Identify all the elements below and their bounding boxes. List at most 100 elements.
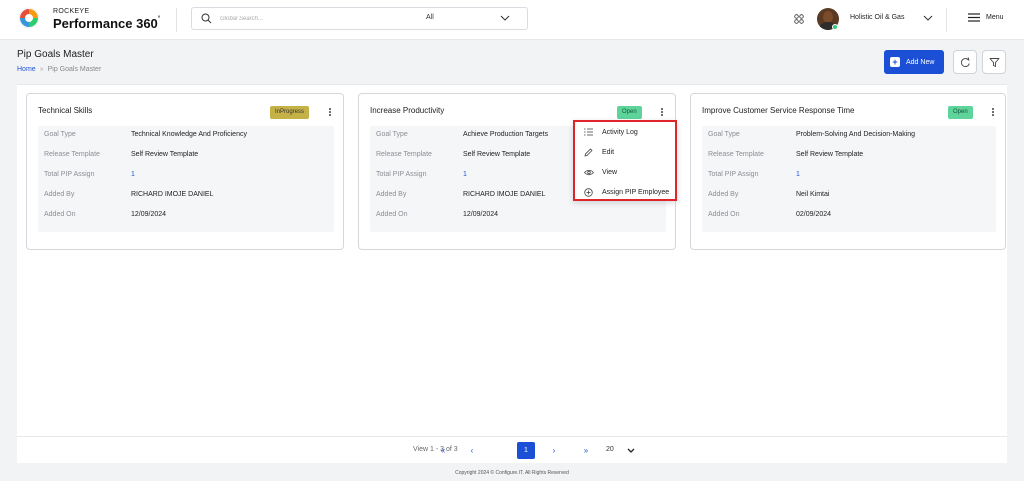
detail-row: Total PIP Assign 1 xyxy=(708,171,996,183)
filter-icon xyxy=(989,57,999,67)
menu-label: Menu xyxy=(986,14,1004,21)
list-icon xyxy=(584,128,593,136)
detail-value: 02/09/2024 xyxy=(796,211,832,218)
detail-row: Added By RICHARD IMOJE DANIEL xyxy=(44,191,332,203)
brand-name: Performance 360° xyxy=(53,16,161,31)
detail-value: Problem-Solving And Decision-Making xyxy=(796,131,916,138)
detail-label: Total PIP Assign xyxy=(708,171,759,178)
card-actions-dropdown: Activity Log Edit View Assign PIP Employ… xyxy=(573,120,677,201)
detail-value: Neil Kimtai xyxy=(796,191,830,198)
more-options-icon[interactable] xyxy=(658,106,666,118)
detail-label: Added By xyxy=(44,191,75,198)
detail-value: RICHARD IMOJE DANIEL xyxy=(131,191,214,198)
menu-item-label: Assign PIP Employee xyxy=(602,188,670,196)
menu-item-label: View xyxy=(602,168,618,176)
filter-button[interactable] xyxy=(982,50,1006,74)
menu-item-assign-pip-employee[interactable]: Assign PIP Employee xyxy=(575,183,675,201)
menu-item-view[interactable]: View xyxy=(575,163,675,181)
breadcrumb-home-link[interactable]: Home xyxy=(17,66,36,73)
detail-value: Achieve Production Targets xyxy=(463,131,549,138)
search-icon xyxy=(201,13,212,24)
global-search-box[interactable]: All xyxy=(191,7,528,30)
global-search-input[interactable] xyxy=(220,11,405,27)
more-options-icon[interactable] xyxy=(326,106,334,118)
detail-row: Goal Type Technical Knowledge And Profici… xyxy=(44,131,332,143)
status-badge: InProgress xyxy=(270,106,310,119)
plus-circle-icon xyxy=(584,187,593,197)
online-status-dot xyxy=(832,24,838,30)
search-category-select[interactable]: All xyxy=(426,14,434,21)
hamburger-icon xyxy=(968,13,980,22)
detail-row: Release Template Self Review Template xyxy=(44,151,332,163)
status-badge: Open xyxy=(948,106,973,119)
detail-row: Total PIP Assign 1 xyxy=(44,171,332,183)
detail-label: Goal Type xyxy=(708,131,740,138)
detail-label: Goal Type xyxy=(44,131,76,138)
card-title: Increase Productivity xyxy=(370,106,445,115)
menu-item-activity-log[interactable]: Activity Log xyxy=(575,123,675,141)
page-number-button[interactable]: 1 xyxy=(517,442,535,459)
add-new-label: Add New xyxy=(906,58,935,66)
detail-label: Goal Type xyxy=(376,131,408,138)
detail-value: 12/09/2024 xyxy=(131,211,167,218)
detail-value: Self Review Template xyxy=(796,151,864,158)
last-page-button[interactable]: » xyxy=(577,442,595,459)
plus-icon: + xyxy=(890,57,900,67)
detail-row: Added On 12/09/2024 xyxy=(376,211,664,223)
detail-row: Release Template Self Review Template xyxy=(708,151,996,163)
apps-grid-icon[interactable] xyxy=(794,14,804,24)
detail-value: Self Review Template xyxy=(131,151,199,158)
next-page-button[interactable]: › xyxy=(545,442,563,459)
card-title: Improve Customer Service Response Time xyxy=(702,106,855,115)
detail-value: 12/09/2024 xyxy=(463,211,499,218)
divider xyxy=(176,8,177,32)
company-name[interactable]: Holistic Oil & Gas xyxy=(850,14,904,21)
detail-value: Self Review Template xyxy=(463,151,531,158)
goal-card[interactable]: Improve Customer Service Response Time O… xyxy=(690,93,1006,250)
detail-value: RICHARD IMOJE DANIEL xyxy=(463,191,546,198)
pip-assign-count-link[interactable]: 1 xyxy=(463,171,467,178)
detail-row: Added By Neil Kimtai xyxy=(708,191,996,203)
first-page-button[interactable]: « xyxy=(434,442,452,459)
detail-label: Added By xyxy=(708,191,739,198)
detail-label: Added On xyxy=(44,211,76,218)
detail-row: Added On 02/09/2024 xyxy=(708,211,996,223)
page-size-select[interactable]: 20 xyxy=(606,446,614,453)
rockeye-logo-icon[interactable] xyxy=(18,7,40,29)
pip-assign-count-link[interactable]: 1 xyxy=(131,171,135,178)
eye-icon xyxy=(583,169,594,175)
pip-assign-count-link[interactable]: 1 xyxy=(796,171,800,178)
menu-button[interactable]: Menu xyxy=(968,13,1004,22)
breadcrumb: Home» Pip Goals Master xyxy=(17,66,101,73)
detail-label: Release Template xyxy=(376,151,432,158)
card-details: Goal Type Technical Knowledge And Profici… xyxy=(38,126,334,232)
page-title: Pip Goals Master xyxy=(17,49,94,60)
detail-label: Added On xyxy=(708,211,740,218)
refresh-icon xyxy=(960,56,970,67)
detail-row: Goal Type Problem-Solving And Decision-Ma… xyxy=(708,131,996,143)
detail-label: Release Template xyxy=(44,151,100,158)
card-details: Goal Type Problem-Solving And Decision-Ma… xyxy=(702,126,996,232)
detail-label: Total PIP Assign xyxy=(44,171,95,178)
more-options-icon[interactable] xyxy=(989,106,997,118)
footer-copyright: Copyright 2024 © Configure.IT. All Right… xyxy=(455,470,569,476)
menu-item-label: Edit xyxy=(602,148,615,156)
prev-page-button[interactable]: ‹ xyxy=(463,442,481,459)
brand-small-text: ROCKEYE xyxy=(53,8,90,15)
detail-row: Added On 12/09/2024 xyxy=(44,211,332,223)
menu-item-edit[interactable]: Edit xyxy=(575,143,675,161)
menu-item-label: Activity Log xyxy=(602,128,638,136)
chevron-down-icon[interactable] xyxy=(627,448,635,453)
refresh-button[interactable] xyxy=(953,50,977,74)
detail-label: Release Template xyxy=(708,151,764,158)
pagination-bar: View 1 - 3 of 3 « ‹ 1 › » 20 xyxy=(17,436,1007,463)
card-title: Technical Skills xyxy=(38,106,93,115)
detail-label: Total PIP Assign xyxy=(376,171,427,178)
chevron-down-icon[interactable] xyxy=(500,15,510,21)
add-new-button[interactable]: + Add New xyxy=(884,50,944,74)
top-navbar: ROCKEYE Performance 360° All Holistic Oi… xyxy=(0,0,1024,40)
chevron-down-icon[interactable] xyxy=(923,15,933,21)
goal-card[interactable]: Technical Skills InProgress Goal Type Tec… xyxy=(26,93,344,250)
pencil-icon xyxy=(584,147,593,157)
breadcrumb-current: Pip Goals Master xyxy=(47,66,102,73)
